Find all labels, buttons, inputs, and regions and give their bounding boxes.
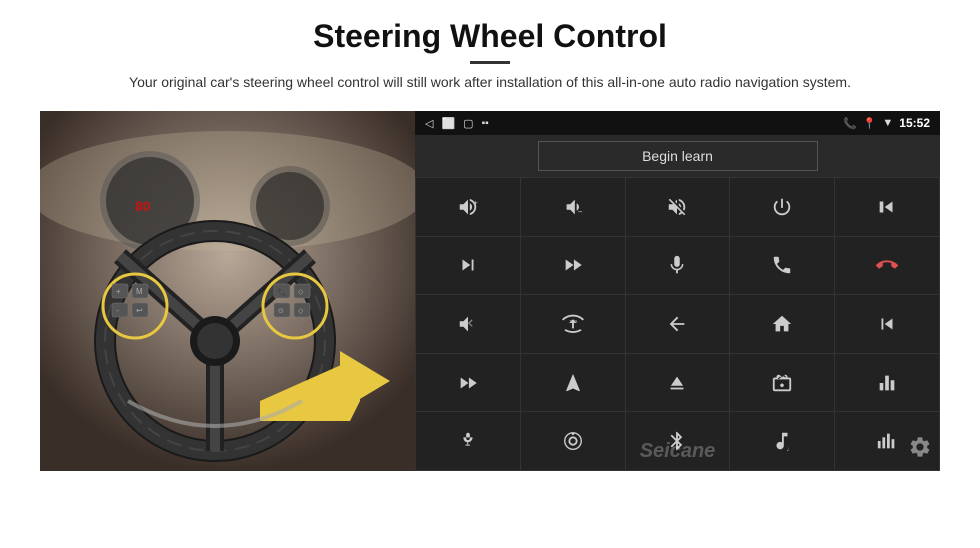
status-bar: ◁ ⬜ ▢ ▪▪ 📞 📍 ▼ 15:52	[415, 111, 940, 135]
music-button[interactable]: ♩	[730, 412, 834, 470]
android-panel-wrapper: ◁ ⬜ ▢ ▪▪ 📞 📍 ▼ 15:52 Begin learn	[415, 111, 940, 471]
svg-text:-: -	[116, 306, 119, 315]
svg-text:−: −	[577, 207, 582, 216]
recents-nav-icon[interactable]: ▢	[463, 117, 473, 130]
svg-text:M: M	[136, 287, 143, 296]
steering-wheel-image: 80 +	[40, 111, 415, 471]
back-nav-icon[interactable]: ◁	[425, 117, 433, 130]
phone-status-icon: 📞	[843, 117, 857, 130]
equalizer-button[interactable]	[835, 354, 939, 412]
controls-grid: + −	[415, 177, 940, 471]
home-nav-icon[interactable]: ⬜	[441, 117, 455, 130]
navigation-button[interactable]	[521, 354, 625, 412]
svg-text:⊙: ⊙	[278, 308, 284, 315]
svg-text:360: 360	[569, 319, 577, 324]
svg-text:♩: ♩	[787, 446, 793, 452]
status-right: 📞 📍 ▼ 15:52	[843, 116, 930, 130]
notification-icon: ▪▪	[482, 118, 489, 129]
phone-call-button[interactable]	[730, 237, 834, 295]
back-button[interactable]	[626, 295, 730, 353]
svg-text:+: +	[116, 287, 121, 296]
android-panel: ◁ ⬜ ▢ ▪▪ 📞 📍 ▼ 15:52 Begin learn	[415, 111, 940, 471]
begin-learn-bar: Begin learn	[415, 135, 940, 177]
radio-button[interactable]	[730, 354, 834, 412]
360-label: 360	[562, 311, 584, 336]
settings-knob-button[interactable]	[521, 412, 625, 470]
settings-gear-button[interactable]	[908, 435, 932, 465]
mic2-button[interactable]	[416, 412, 520, 470]
eject-button[interactable]	[626, 354, 730, 412]
svg-text:📞: 📞	[278, 287, 287, 296]
power-button[interactable]	[730, 178, 834, 236]
home-nav-button[interactable]	[730, 295, 834, 353]
page-subtitle: Your original car's steering wheel contr…	[100, 72, 880, 93]
bluetooth-button[interactable]	[626, 412, 730, 470]
wifi-status-icon: ▼	[882, 117, 893, 129]
mic-button[interactable]	[626, 237, 730, 295]
status-left: ◁ ⬜ ▢ ▪▪	[425, 117, 489, 130]
page-title: Steering Wheel Control	[40, 18, 940, 55]
mute-button[interactable]	[626, 178, 730, 236]
page-container: Steering Wheel Control Your original car…	[0, 0, 980, 548]
svg-text:◇: ◇	[298, 308, 304, 315]
clock: 15:52	[899, 116, 930, 130]
skip-forward-button[interactable]	[521, 237, 625, 295]
location-status-icon: 📍	[863, 117, 877, 130]
fast-forward-button[interactable]	[416, 354, 520, 412]
title-section: Steering Wheel Control Your original car…	[40, 18, 940, 93]
title-divider	[470, 61, 510, 64]
svg-text:80: 80	[135, 198, 151, 214]
next-track-button[interactable]	[416, 237, 520, 295]
vol-down-button[interactable]: −	[521, 178, 625, 236]
hang-up-button[interactable]	[835, 237, 939, 295]
360-view-button[interactable]: 360	[521, 295, 625, 353]
prev-track-phone-button[interactable]	[835, 178, 939, 236]
rewind-button[interactable]	[835, 295, 939, 353]
svg-text:↩: ↩	[136, 306, 143, 315]
svg-text:◇: ◇	[298, 289, 304, 296]
svg-text:+: +	[473, 198, 477, 207]
begin-learn-button[interactable]: Begin learn	[538, 141, 818, 171]
steering-illustration: 80 +	[40, 111, 415, 471]
content-area: 80 +	[40, 111, 940, 471]
horn-button[interactable]	[416, 295, 520, 353]
vol-up-button[interactable]: +	[416, 178, 520, 236]
